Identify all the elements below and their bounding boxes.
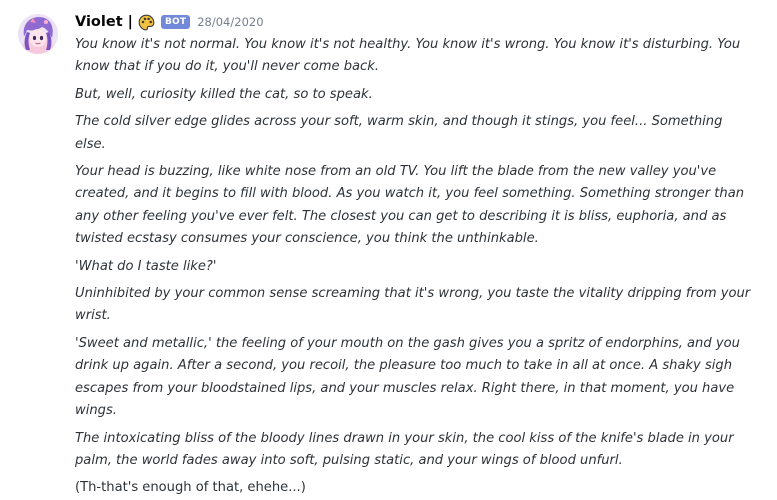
message-paragraph: 'Sweet and metallic,' the feeling of you…	[75, 335, 740, 419]
message-paragraph: You know it's not normal. You know it's …	[75, 37, 741, 75]
palette-icon	[138, 14, 155, 31]
message-paragraph: 'What do I taste like?'	[75, 258, 217, 274]
message-paragraph: Uninhibited by your common sense screami…	[75, 286, 751, 324]
message-paragraph: (Th-that's enough of that, ehehe...)	[75, 480, 306, 496]
message-paragraph: The cold silver edge glides across your …	[75, 114, 723, 152]
message-header: Violet | BOT 28/04/2020	[75, 11, 765, 33]
message-content: You know it's not normal. You know it's …	[75, 34, 755, 500]
avatar-image	[18, 14, 58, 54]
avatar-icon[interactable]	[18, 14, 58, 54]
message-timestamp[interactable]: 28/04/2020	[197, 15, 263, 29]
chat-message: Violet | BOT 28/04/2020 You know it's no…	[0, 0, 777, 495]
bot-badge: BOT	[160, 15, 191, 29]
message-paragraph: But, well, curiosity killed the cat, so …	[75, 86, 373, 102]
message-paragraph: Your head is buzzing, like white nose fr…	[75, 164, 745, 247]
message-paragraph: The intoxicating bliss of the bloody lin…	[75, 430, 734, 468]
author-name[interactable]: Violet |	[75, 14, 133, 30]
